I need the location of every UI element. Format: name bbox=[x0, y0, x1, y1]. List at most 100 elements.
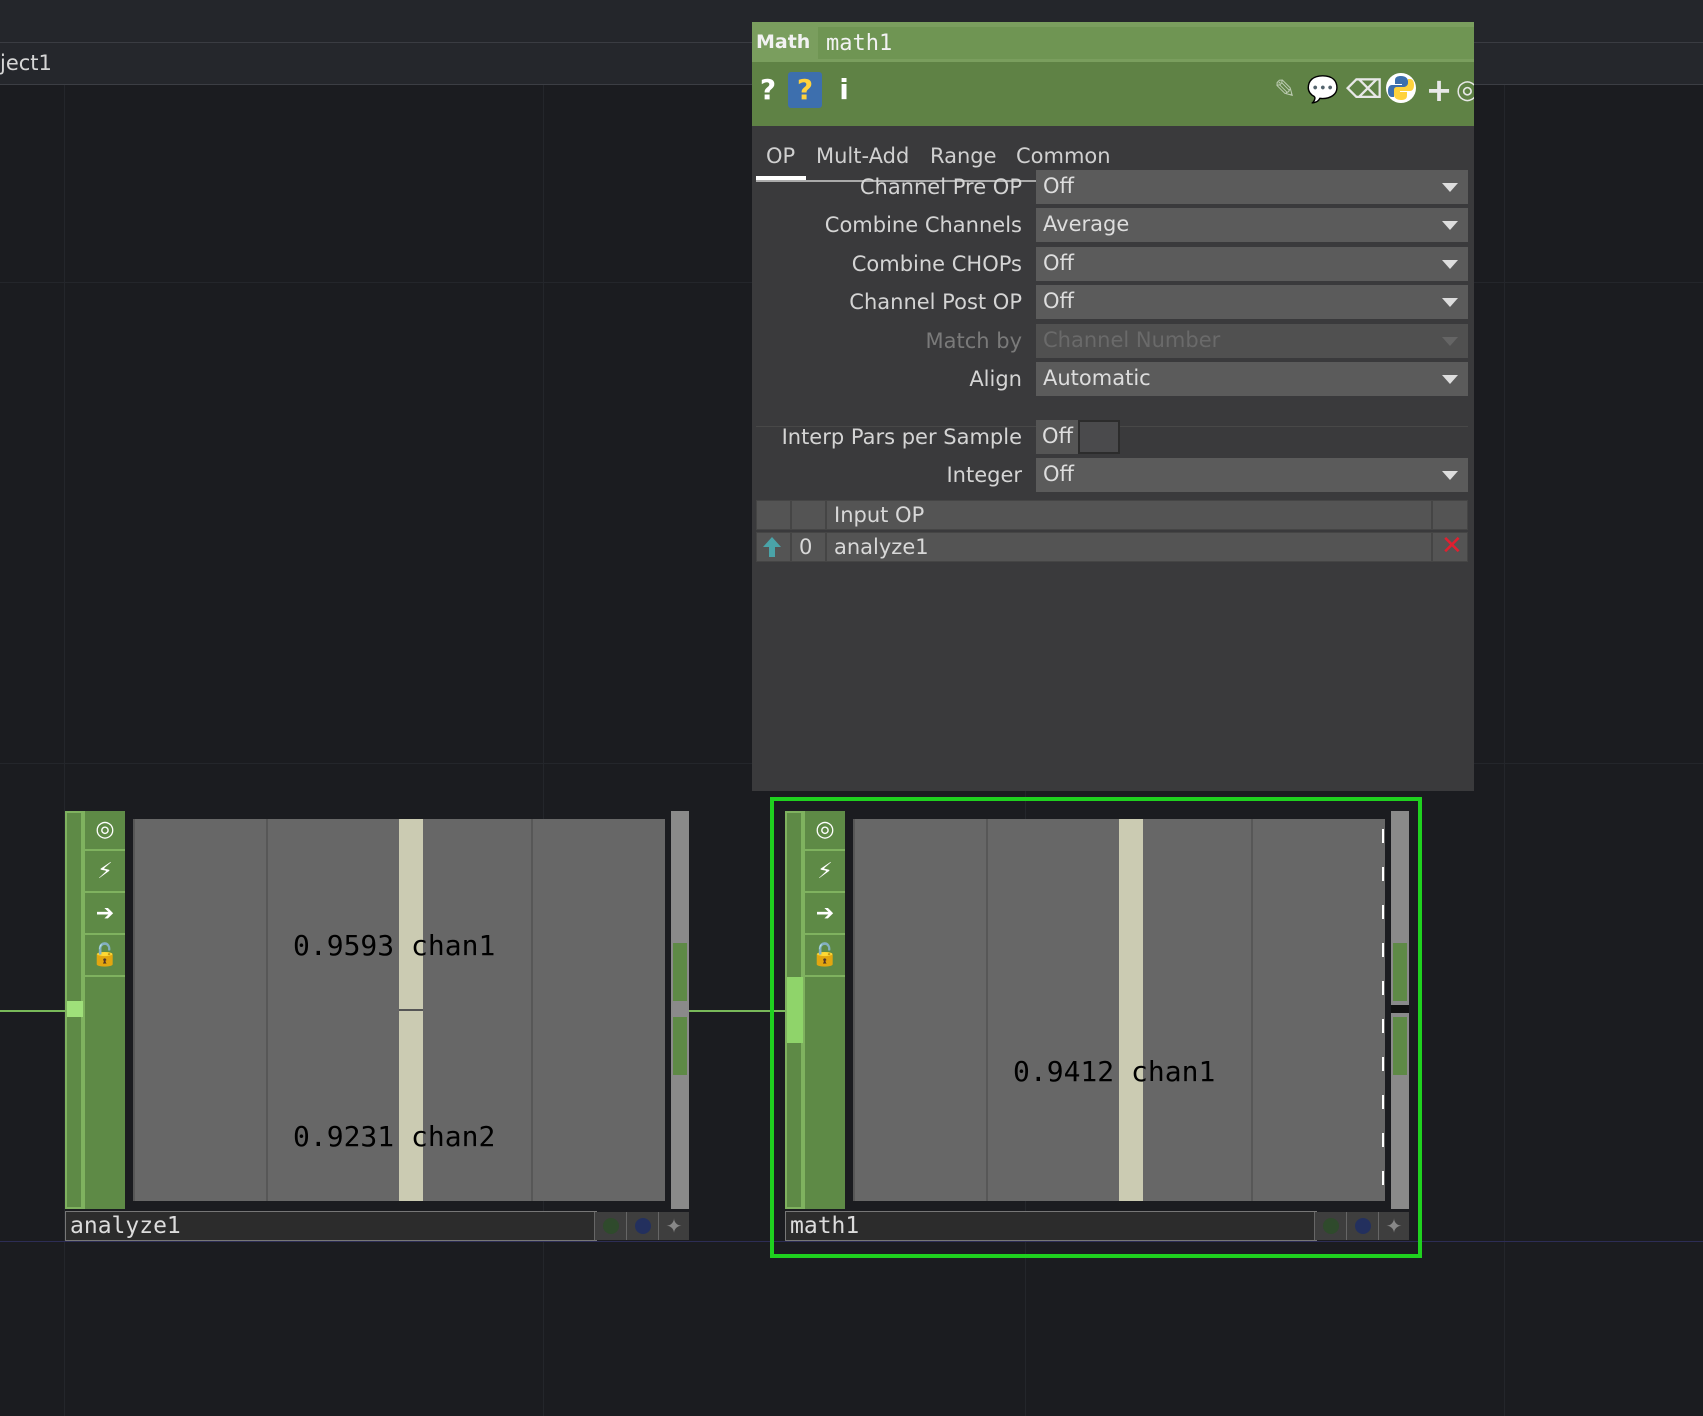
dropdown-value: Off bbox=[1043, 174, 1074, 198]
input-connector[interactable] bbox=[787, 977, 803, 1043]
chevron-down-icon bbox=[1442, 471, 1458, 480]
viewer-gridline bbox=[531, 819, 533, 1201]
channel-post-op-dropdown[interactable]: Off bbox=[1036, 285, 1468, 319]
tab-range[interactable]: Range bbox=[930, 144, 997, 168]
param-channel-pre-op: Channel Pre OP Off bbox=[756, 170, 1468, 204]
param-interp-pars: Interp Pars per Sample Off bbox=[756, 420, 1468, 454]
node-icon-column: ◎ ⚡ ➔ 🔓 bbox=[83, 811, 125, 1209]
param-match-by: Match by Channel Number bbox=[756, 324, 1468, 358]
plus-icon[interactable]: + bbox=[1424, 72, 1454, 108]
param-channel-post-op: Channel Post OP Off bbox=[756, 285, 1468, 319]
channel-viewer: 0.9412 chan1 bbox=[853, 819, 1385, 1201]
param-integer: Integer Off bbox=[756, 458, 1468, 492]
output-connector[interactable] bbox=[673, 943, 687, 1001]
bypass-icon[interactable]: ⚡ bbox=[85, 853, 125, 893]
node-flag-button[interactable] bbox=[626, 1212, 658, 1240]
param-label: Integer bbox=[946, 463, 1022, 487]
up-arrow-icon bbox=[763, 537, 781, 557]
comment-icon[interactable]: 💬 bbox=[1306, 72, 1340, 108]
node-flag-button[interactable] bbox=[1346, 1212, 1378, 1240]
node-output-strip bbox=[671, 811, 689, 1209]
combine-channels-dropdown[interactable]: Average bbox=[1036, 208, 1468, 242]
interp-pars-toggle[interactable]: Off bbox=[1036, 420, 1120, 454]
dropdown-value: Channel Number bbox=[1043, 328, 1221, 352]
pencil-icon[interactable]: ✎ bbox=[1270, 72, 1300, 108]
toggle-state: Off bbox=[1036, 420, 1078, 454]
pin-icon[interactable]: ✦ bbox=[1378, 1212, 1409, 1240]
output-connector[interactable] bbox=[1393, 1017, 1407, 1075]
node-name: math1 bbox=[790, 1213, 860, 1239]
node-flag-button[interactable] bbox=[594, 1212, 626, 1240]
dropdown-value: Off bbox=[1043, 462, 1074, 486]
operator-name-field[interactable]: math1 bbox=[818, 27, 1474, 59]
dropdown-value: Off bbox=[1043, 289, 1074, 313]
viewer-gridline bbox=[986, 819, 988, 1201]
channel-pre-op-dropdown[interactable]: Off bbox=[1036, 170, 1468, 204]
integer-dropdown[interactable]: Off bbox=[1036, 458, 1468, 492]
python-icon[interactable] bbox=[1384, 72, 1418, 108]
param-label: Combine CHOPs bbox=[851, 252, 1022, 276]
node-name: analyze1 bbox=[70, 1213, 181, 1239]
pin-icon[interactable]: ✦ bbox=[658, 1212, 689, 1240]
lock-icon[interactable]: 🔓 bbox=[805, 937, 845, 977]
chevron-down-icon bbox=[1442, 260, 1458, 269]
output-gap bbox=[1391, 1005, 1409, 1013]
chevron-down-icon bbox=[1442, 375, 1458, 384]
viewer-gridline bbox=[133, 819, 135, 1201]
channel-readout-chan1: 0.9412 chan1 bbox=[1013, 1055, 1215, 1088]
chevron-down-icon bbox=[1442, 337, 1458, 346]
blue-dot-icon bbox=[1355, 1218, 1371, 1234]
input-wire bbox=[0, 1010, 65, 1012]
tab-mult-add[interactable]: Mult-Add bbox=[816, 144, 909, 168]
question-icon[interactable]: ? bbox=[756, 72, 780, 108]
node-analyze1[interactable]: ◎ ⚡ ➔ 🔓 0.9593 chan1 0.9231 chan2 analyz… bbox=[65, 811, 689, 1243]
viewer-icon[interactable]: ◎ bbox=[805, 811, 845, 851]
dropdown-value: Average bbox=[1043, 212, 1130, 236]
channel-value: 0.9593 bbox=[293, 929, 395, 962]
row-input-name: analyze1 bbox=[834, 535, 929, 559]
align-dropdown[interactable]: Automatic bbox=[1036, 362, 1468, 396]
toggle-knob bbox=[1080, 422, 1118, 452]
export-arrow-icon[interactable]: ➔ bbox=[85, 895, 125, 935]
tab-op[interactable]: OP bbox=[766, 144, 795, 168]
table-header-input-op: Input OP bbox=[826, 500, 1432, 530]
row-index: 0 bbox=[799, 535, 813, 559]
channel-bar-chan2 bbox=[399, 1011, 423, 1201]
input-connector[interactable] bbox=[67, 1001, 83, 1017]
tab-common[interactable]: Common bbox=[1016, 144, 1111, 168]
node-name-field[interactable]: analyze1 bbox=[65, 1211, 597, 1241]
move-up-button[interactable] bbox=[756, 532, 791, 562]
channel-readout-chan1: 0.9593 chan1 bbox=[293, 929, 495, 962]
operator-name: math1 bbox=[826, 31, 893, 56]
chevron-down-icon bbox=[1442, 183, 1458, 192]
bypass-icon[interactable]: ⚡ bbox=[805, 853, 845, 893]
export-arrow-icon[interactable]: ➔ bbox=[805, 895, 845, 935]
info-icon[interactable]: i bbox=[834, 72, 854, 108]
channel-value: 0.9231 bbox=[293, 1120, 395, 1153]
toggle-value: Off bbox=[1042, 424, 1073, 448]
param-combine-chops: Combine CHOPs Off bbox=[756, 247, 1468, 281]
param-combine-channels: Combine Channels Average bbox=[756, 208, 1468, 242]
node-flag-button[interactable] bbox=[1314, 1212, 1346, 1240]
channel-value: 0.9412 bbox=[1013, 1055, 1115, 1088]
target-icon[interactable]: ◎ bbox=[1456, 72, 1474, 108]
output-connector[interactable] bbox=[1393, 943, 1407, 1001]
table-row-input-op[interactable]: analyze1 bbox=[826, 532, 1432, 562]
lock-icon[interactable]: 🔓 bbox=[85, 937, 125, 977]
python-help-icon[interactable]: ? bbox=[788, 72, 822, 108]
channel-viewer: 0.9593 chan1 0.9231 chan2 bbox=[133, 819, 665, 1201]
combine-chops-dropdown[interactable]: Off bbox=[1036, 247, 1468, 281]
param-label: Align bbox=[969, 367, 1022, 391]
node-math1[interactable]: ◎ ⚡ ➔ 🔓 0.9412 chan1 math1 ✦ bbox=[785, 811, 1409, 1243]
dropdown-value: Off bbox=[1043, 251, 1074, 275]
viewer-gridline bbox=[1251, 819, 1253, 1201]
delete-input-button[interactable]: ✕ bbox=[1432, 531, 1468, 562]
viewer-icon[interactable]: ◎ bbox=[85, 811, 125, 851]
clear-icon[interactable]: ⌫ bbox=[1346, 72, 1383, 108]
channel-name: chan1 bbox=[411, 929, 496, 962]
network-path-label[interactable]: ject1 bbox=[0, 51, 52, 75]
node-name-field[interactable]: math1 bbox=[785, 1211, 1317, 1241]
table-header-label: Input OP bbox=[834, 503, 925, 527]
output-connector[interactable] bbox=[673, 1017, 687, 1075]
param-label: Channel Post OP bbox=[849, 290, 1022, 314]
